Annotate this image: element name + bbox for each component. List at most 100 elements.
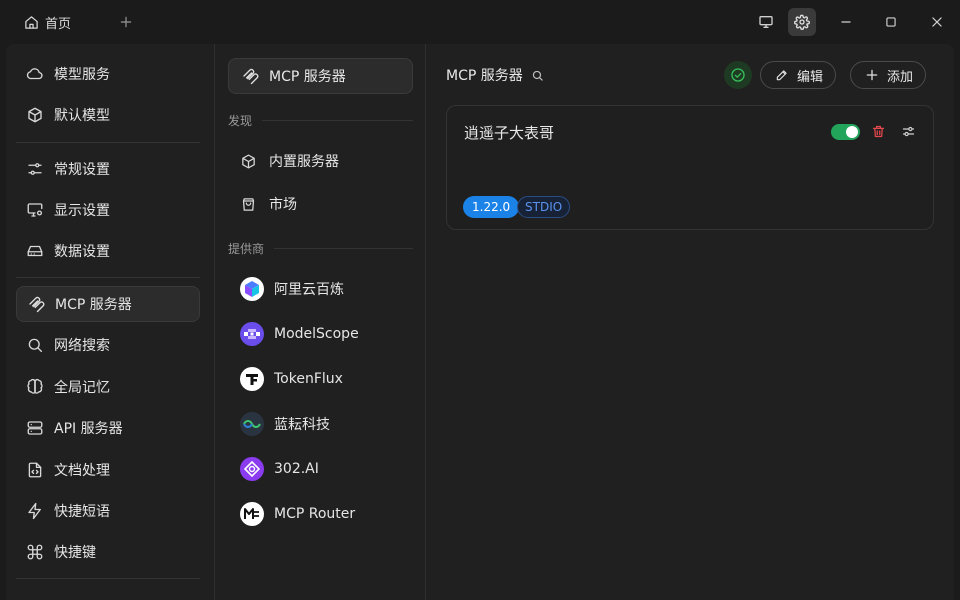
- hard-drive-icon: [26, 242, 44, 260]
- sidebar-item-data[interactable]: 数据设置: [16, 233, 200, 269]
- monitor-icon: [758, 14, 774, 30]
- sidebar-item-label: 网络搜索: [54, 338, 110, 354]
- provider-label: 302.AI: [274, 461, 319, 477]
- builtin-servers-item[interactable]: 内置服务器: [240, 145, 339, 177]
- provider-label: MCP Router: [274, 506, 356, 522]
- edit-button[interactable]: 编辑: [760, 61, 837, 89]
- provider-label: 阿里云百炼: [274, 282, 344, 298]
- mcp-icon: [241, 67, 259, 85]
- sidebar-item-default-model[interactable]: 默认模型: [16, 97, 200, 133]
- add-button[interactable]: 添加: [850, 61, 927, 89]
- mcp-icon: [27, 295, 45, 313]
- minimize-icon: [839, 15, 853, 29]
- status-check-button[interactable]: [724, 61, 752, 89]
- mcp-servers-list-button[interactable]: MCP 服务器: [228, 58, 413, 94]
- builtin-servers-label: 内置服务器: [269, 154, 339, 170]
- sidebar-item-display[interactable]: 显示设置: [16, 192, 200, 228]
- edit-button-label: 编辑: [797, 69, 824, 85]
- mcp-server-card[interactable]: 逍遥子大表哥 1.22.0 STDIO: [446, 105, 934, 230]
- add-button-label: 添加: [887, 69, 914, 85]
- sidebar-item-model-service[interactable]: 模型服务: [16, 56, 200, 92]
- discover-section-label: 发现: [228, 112, 413, 129]
- title-bar: 首页: [0, 0, 960, 44]
- brain-icon: [26, 378, 44, 396]
- provider-302ai[interactable]: 302.AI: [240, 453, 319, 485]
- providers-section-label: 提供商: [228, 240, 413, 257]
- server-name: 逍遥子大表哥: [464, 124, 555, 142]
- trash-icon[interactable]: [871, 124, 886, 139]
- home-icon: [24, 15, 39, 30]
- tab-home-label: 首页: [45, 16, 72, 32]
- tab-home[interactable]: 首页: [16, 8, 79, 36]
- sidebar-item-label: 全局记忆: [54, 380, 110, 396]
- settings-sliders-icon[interactable]: [901, 124, 916, 139]
- sidebar-divider: [16, 578, 200, 579]
- plus-icon: [865, 68, 879, 82]
- panel-title: MCP 服务器: [446, 64, 544, 86]
- sidebar-item-memory[interactable]: 全局记忆: [16, 369, 200, 405]
- sidebar-divider: [16, 277, 200, 278]
- provider-modelscope[interactable]: ModelScope: [240, 318, 359, 350]
- sidebar-item-label: 显示设置: [54, 203, 110, 219]
- new-tab-button[interactable]: [114, 8, 138, 36]
- sidebar-item-quick-phrases[interactable]: 快捷短语: [16, 493, 200, 529]
- lanyun-logo-icon: [240, 412, 264, 436]
- settings-window: 模型服务 默认模型 常规设置 显示设置 数据设置 MCP 服务器 网络搜索 全局…: [6, 44, 954, 600]
- server-enable-toggle[interactable]: [831, 124, 860, 140]
- sidebar-item-document[interactable]: 文档处理: [16, 452, 200, 488]
- close-button[interactable]: [923, 8, 951, 36]
- provider-label: ModelScope: [274, 326, 359, 342]
- sidebar-item-label: 数据设置: [54, 244, 110, 260]
- command-icon: [26, 543, 44, 561]
- sidebar-item-label: 模型服务: [54, 67, 110, 83]
- sliders-icon: [26, 160, 44, 178]
- sidebar-item-api-server[interactable]: API 服务器: [16, 410, 200, 446]
- file-code-icon: [26, 461, 44, 479]
- sidebar-item-label: 默认模型: [54, 108, 110, 124]
- sidebar-item-label: 常规设置: [54, 162, 110, 178]
- monitor-settings-icon: [26, 201, 44, 219]
- 302ai-logo-icon: [240, 457, 264, 481]
- close-icon: [930, 15, 944, 29]
- display-mode-button[interactable]: [752, 8, 780, 36]
- sidebar-item-mcp-servers[interactable]: MCP 服务器: [16, 286, 200, 322]
- provider-mcp-router[interactable]: MCP Router: [240, 498, 355, 530]
- zap-icon: [26, 502, 44, 520]
- shopping-bag-icon: [240, 196, 257, 213]
- version-badge: 1.22.0: [463, 196, 520, 218]
- cube-icon: [26, 106, 44, 124]
- cloud-icon: [26, 65, 44, 83]
- bailian-logo-icon: [240, 277, 264, 301]
- sidebar-divider: [16, 142, 200, 143]
- sidebar-item-label: 快捷键: [54, 545, 96, 561]
- maximize-button[interactable]: [877, 8, 905, 36]
- provider-bailian[interactable]: 阿里云百炼: [240, 273, 344, 305]
- search-icon[interactable]: [531, 69, 544, 82]
- panel-title-text: MCP 服务器: [446, 68, 523, 84]
- mcp-servers-label: MCP 服务器: [269, 69, 346, 85]
- modelscope-logo-icon: [240, 322, 264, 346]
- pencil-icon: [775, 68, 789, 82]
- marketplace-item[interactable]: 市场: [240, 188, 297, 220]
- discover-label: 发现: [228, 114, 253, 128]
- minimize-button[interactable]: [832, 8, 860, 36]
- search-icon: [26, 336, 44, 354]
- transport-type-badge: STDIO: [517, 196, 571, 218]
- server-icon: [26, 419, 44, 437]
- sidebar-item-web-search[interactable]: 网络搜索: [16, 327, 200, 363]
- provider-label: TokenFlux: [274, 371, 343, 387]
- mcp-navigation: MCP 服务器 发现 内置服务器 市场 提供商 阿里云百炼 ModelScope: [216, 44, 426, 600]
- providers-label: 提供商: [228, 242, 265, 256]
- provider-tokenflux[interactable]: TokenFlux: [240, 363, 343, 395]
- provider-lanyun[interactable]: 蓝耘科技: [240, 408, 330, 440]
- sidebar-item-label: API 服务器: [54, 421, 123, 437]
- sidebar-item-label: MCP 服务器: [55, 297, 132, 313]
- plus-icon: [119, 15, 133, 29]
- provider-label: 蓝耘科技: [274, 417, 330, 433]
- mcp-servers-panel: MCP 服务器 编辑 添加 逍遥子大表哥 1.22.0 STDIO: [427, 44, 954, 600]
- settings-sidebar: 模型服务 默认模型 常规设置 显示设置 数据设置 MCP 服务器 网络搜索 全局…: [6, 44, 215, 600]
- sidebar-item-general[interactable]: 常规设置: [16, 151, 200, 187]
- settings-button[interactable]: [788, 8, 816, 36]
- maximize-icon: [884, 15, 898, 29]
- sidebar-item-shortcuts[interactable]: 快捷键: [16, 534, 200, 570]
